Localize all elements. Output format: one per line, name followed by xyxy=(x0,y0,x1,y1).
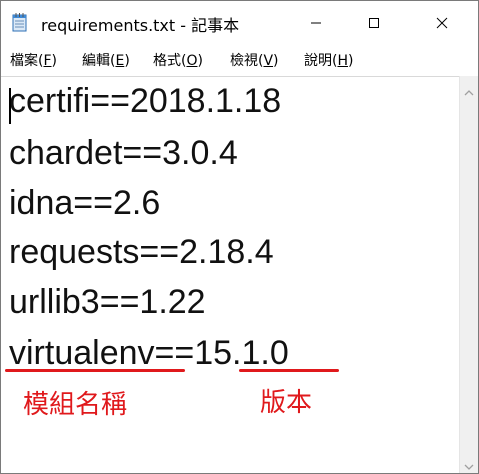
menu-file[interactable]: 檔案(F) xyxy=(10,50,57,70)
menu-help[interactable]: 說明(H) xyxy=(304,50,353,70)
notepad-window: requirements.txt - 記事本 檔案(F) 編輯(E) 格式(O)… xyxy=(0,0,479,474)
maximize-icon xyxy=(368,14,380,33)
module-name-annotation: 模組名稱 xyxy=(23,390,128,420)
scroll-down-arrow-icon[interactable] xyxy=(464,456,474,473)
version-underline xyxy=(239,369,339,372)
module-name-underline xyxy=(5,369,185,372)
text-caret xyxy=(9,88,11,124)
text-line: chardet==3.0.4 xyxy=(9,134,238,172)
text-line: certifi==2018.1.18 xyxy=(9,82,282,120)
text-line: virtualenv==15.1.0 xyxy=(9,334,289,372)
text-line: urllib3==1.22 xyxy=(9,283,206,321)
menu-bar: 檔案(F) 編輯(E) 格式(O) 檢視(V) 說明(H) xyxy=(1,45,478,75)
close-icon xyxy=(436,14,448,33)
scroll-up-arrow-icon[interactable] xyxy=(464,82,474,101)
menu-format[interactable]: 格式(O) xyxy=(153,50,203,70)
text-line: idna==2.6 xyxy=(9,184,161,222)
menu-view[interactable]: 檢視(V) xyxy=(230,50,279,70)
window-title: requirements.txt - 記事本 xyxy=(41,16,240,35)
maximize-button[interactable] xyxy=(351,1,397,45)
notepad-icon[interactable] xyxy=(12,12,28,32)
text-line: requests==2.18.4 xyxy=(9,233,274,271)
title-bar[interactable]: requirements.txt - 記事本 xyxy=(1,1,478,45)
minimize-button[interactable] xyxy=(293,1,339,45)
minimize-icon xyxy=(310,14,322,33)
vertical-scrollbar[interactable] xyxy=(459,76,478,473)
menu-edit[interactable]: 編輯(E) xyxy=(82,50,130,70)
version-annotation: 版本 xyxy=(260,388,313,418)
close-button[interactable] xyxy=(419,1,465,45)
text-editor[interactable]: certifi==2018.1.18 chardet==3.0.4 idna==… xyxy=(1,76,459,473)
